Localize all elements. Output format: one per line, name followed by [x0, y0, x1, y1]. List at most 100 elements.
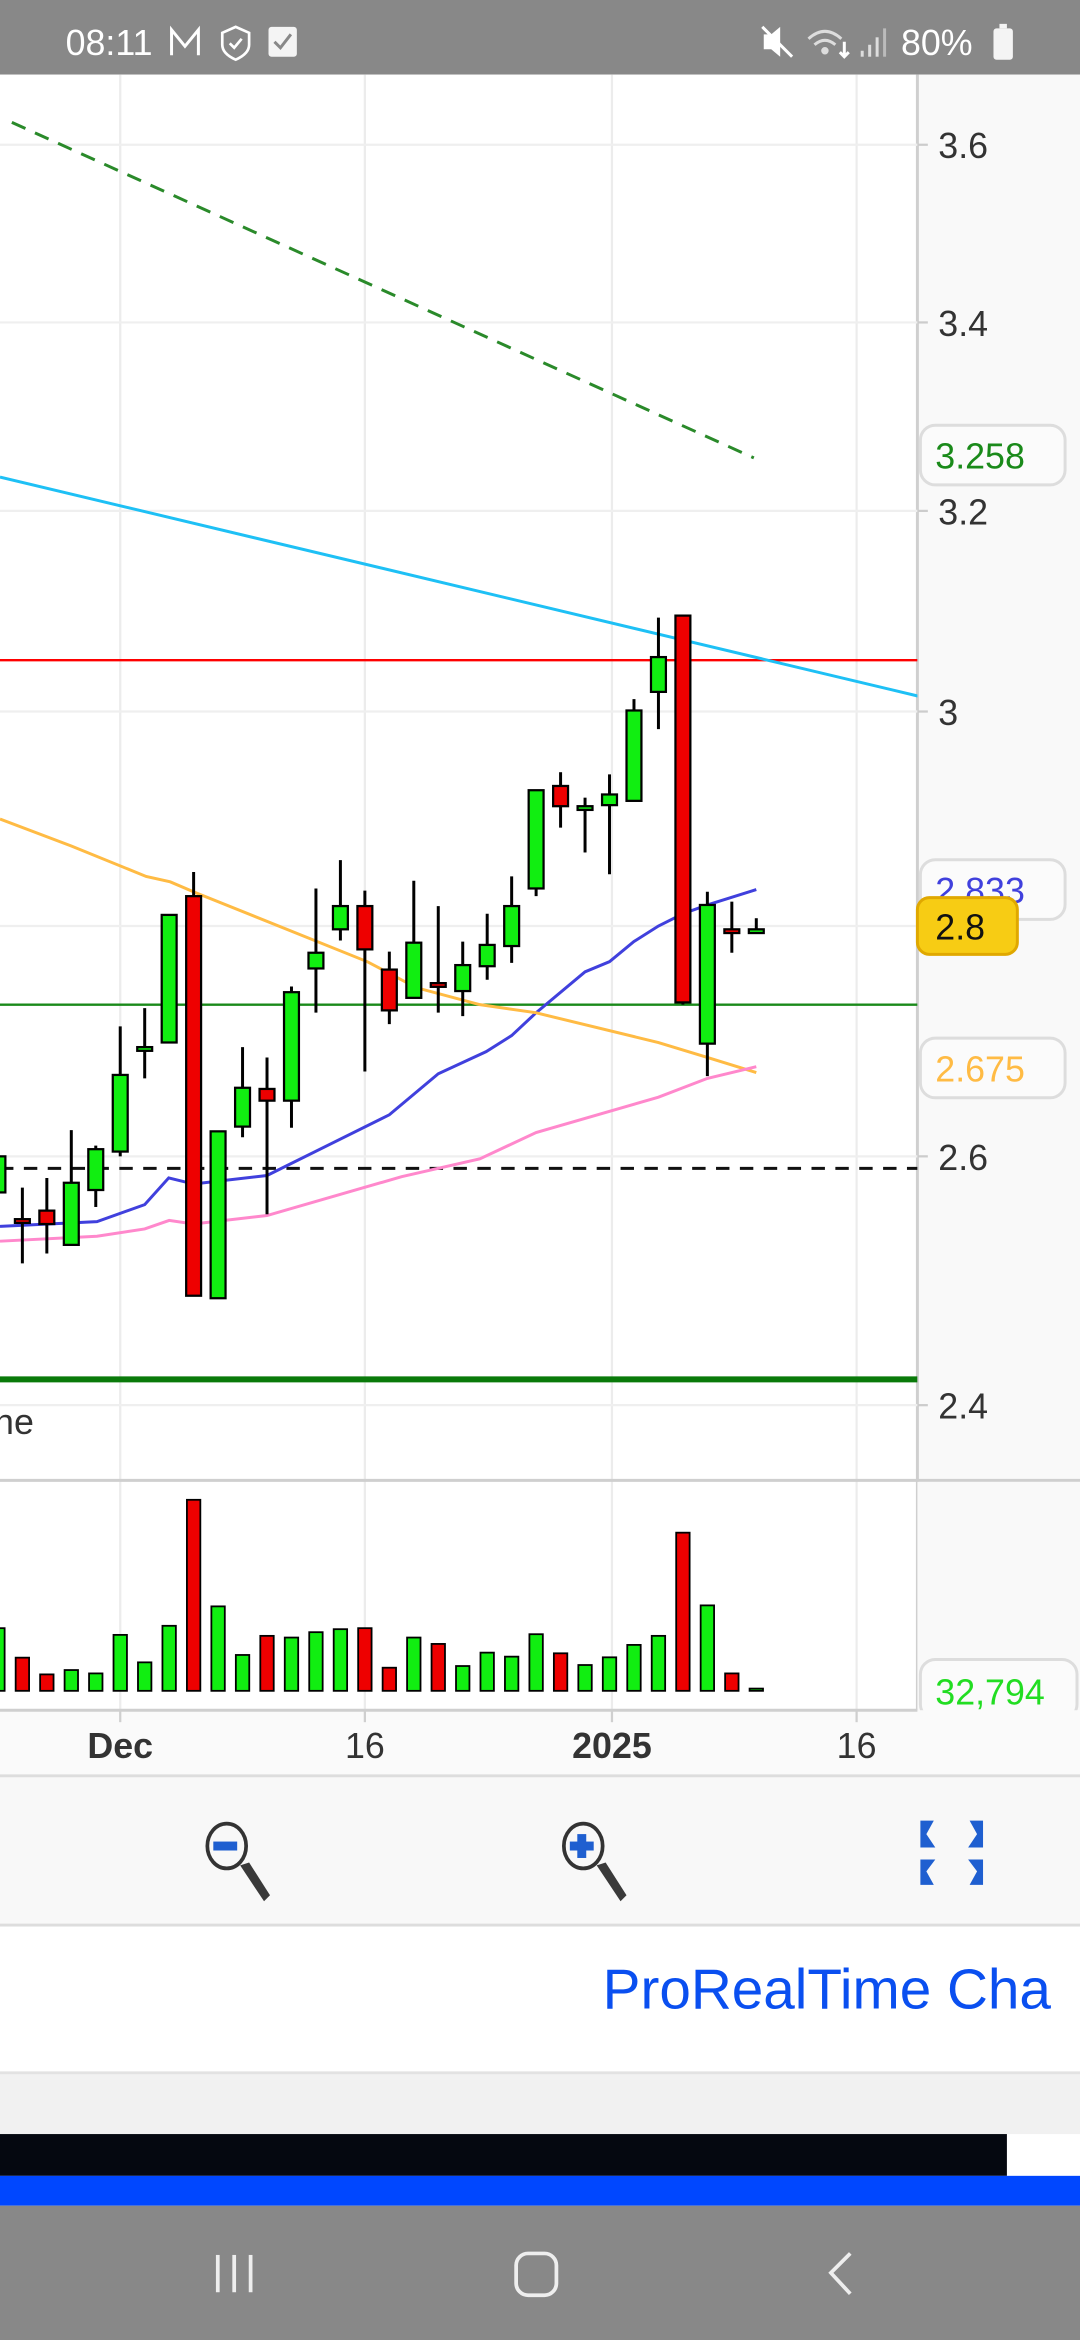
candle-body-down [380, 968, 398, 1012]
zoom-in-button[interactable] [543, 1798, 647, 1902]
date-axis[interactable] [0, 1710, 1080, 1776]
volume-bar-up[interactable] [112, 1633, 128, 1692]
trendline-value-badge: 3.258 [918, 423, 1067, 487]
price-tick-label: 3.4 [938, 304, 988, 344]
candle-body-up [62, 1181, 80, 1246]
status-bar: 08:11 80% [0, 0, 1080, 75]
candle-body-up [331, 904, 349, 931]
candle-body-up [307, 951, 325, 970]
candle-body-up [478, 943, 496, 968]
price-tick-label: 3.6 [938, 126, 988, 166]
volume-bar-up[interactable] [161, 1624, 177, 1692]
price-panel[interactable] [0, 74, 918, 1479]
volume-bar-up[interactable] [406, 1636, 422, 1692]
volume-bar-up[interactable] [479, 1651, 495, 1692]
volume-bar-up[interactable] [455, 1665, 471, 1692]
battery-icon [993, 23, 1013, 60]
candle-body-down [552, 784, 570, 808]
ad-spacer [0, 2074, 1080, 2135]
volume-bar-up[interactable] [650, 1634, 667, 1692]
volume-bar-up[interactable] [332, 1628, 349, 1692]
volume-bar-up[interactable] [601, 1656, 618, 1692]
candle-body-up [747, 928, 765, 935]
checkbox-icon [268, 26, 297, 57]
candle-body-up [625, 709, 643, 802]
zoom-out-button[interactable] [185, 1798, 289, 1902]
date-label: 16 [837, 1726, 877, 1766]
candle-body-up [698, 903, 716, 1045]
legend-fragment: ne [0, 1402, 34, 1442]
volume-bar-up[interactable] [0, 1627, 6, 1692]
last-price-value: 2.8 [935, 907, 985, 947]
candle[interactable] [185, 872, 203, 1297]
volume-bar-down[interactable] [552, 1652, 569, 1692]
price-axis-panel[interactable] [917, 74, 1080, 1479]
candle-body-up [527, 789, 545, 890]
ma-orange-value-badge: 2.675 [918, 1036, 1067, 1100]
volume-bar-up[interactable] [626, 1644, 642, 1692]
candle[interactable] [527, 789, 545, 897]
candle-body-down [723, 928, 741, 935]
volume-bar-down[interactable] [724, 1672, 740, 1692]
candle-body-up [111, 1073, 129, 1153]
volume-bar-down[interactable] [259, 1634, 275, 1692]
volume-bar-up[interactable] [137, 1661, 153, 1692]
candle-body-down [429, 982, 447, 988]
volume-bar-up[interactable] [88, 1672, 104, 1692]
candle[interactable] [160, 913, 178, 1044]
candle-body-up [282, 991, 301, 1102]
volume-bar-up[interactable] [210, 1605, 226, 1692]
volume-bar-down[interactable] [39, 1673, 55, 1692]
price-tick-label: 2.6 [938, 1138, 988, 1178]
candle-body-up [87, 1148, 105, 1192]
candle-body-up [160, 913, 178, 1044]
volume-bar-up[interactable] [699, 1604, 715, 1692]
volume-bar-up[interactable] [528, 1633, 544, 1692]
last-price-badge: 2.8 [915, 896, 1019, 956]
candle-body-down [38, 1209, 56, 1226]
battery-percent: 80% [901, 23, 973, 63]
price-tick-label: 2.4 [938, 1387, 988, 1427]
candle-body-up [233, 1086, 252, 1128]
volume-bar-up[interactable] [283, 1636, 300, 1692]
volume-bar-down[interactable] [357, 1627, 373, 1692]
volume-bar-down[interactable] [430, 1643, 446, 1692]
price-tick-label: 3.2 [938, 492, 988, 532]
date-label: Dec [87, 1726, 153, 1766]
volume-bars [0, 1498, 764, 1692]
volume-bar-down[interactable] [186, 1498, 202, 1692]
badge-value: 3.258 [935, 436, 1025, 476]
volume-bar-up[interactable] [504, 1655, 520, 1692]
chart-screen: 08:11 80% 3.63.43.232.62.4 e 3.2582.8332… [0, 0, 1080, 2340]
volume-bar-up[interactable] [308, 1631, 324, 1692]
candle-body-down [258, 1087, 276, 1102]
status-time: 08:11 [66, 23, 153, 63]
date-label: 2025 [572, 1726, 652, 1766]
candle-body-down [356, 904, 374, 951]
candle-body-up [209, 1130, 227, 1300]
fullscreen-button[interactable] [898, 1798, 1002, 1902]
badge-value: 2.675 [935, 1049, 1025, 1089]
candle[interactable] [209, 1130, 227, 1300]
date-label: 16 [345, 1726, 385, 1766]
ad-blue-bar[interactable] [0, 2175, 1080, 2206]
volume-bar-down[interactable] [675, 1531, 691, 1692]
candle-body-up [405, 941, 423, 999]
candle-body-up [649, 655, 668, 694]
price-tick-label: 3 [938, 693, 958, 733]
volume-bar-down[interactable] [381, 1666, 397, 1692]
candle[interactable] [625, 699, 643, 802]
candle-body-down [13, 1218, 31, 1225]
volume-bar-up[interactable] [577, 1664, 593, 1692]
volume-bar-up[interactable] [63, 1669, 79, 1692]
volume-bar-up[interactable] [748, 1687, 764, 1692]
candle-body-down [185, 895, 203, 1297]
volume-value: 32,794 [935, 1672, 1044, 1712]
candle[interactable] [674, 614, 692, 1005]
candle-body-up [600, 793, 619, 807]
banner-link[interactable]: ProRealTime Cha [603, 1959, 1052, 2022]
candle-body-up [576, 805, 594, 812]
ad-image[interactable] [0, 2134, 1007, 2176]
volume-bar-down[interactable] [14, 1656, 30, 1692]
volume-bar-up[interactable] [234, 1654, 251, 1692]
